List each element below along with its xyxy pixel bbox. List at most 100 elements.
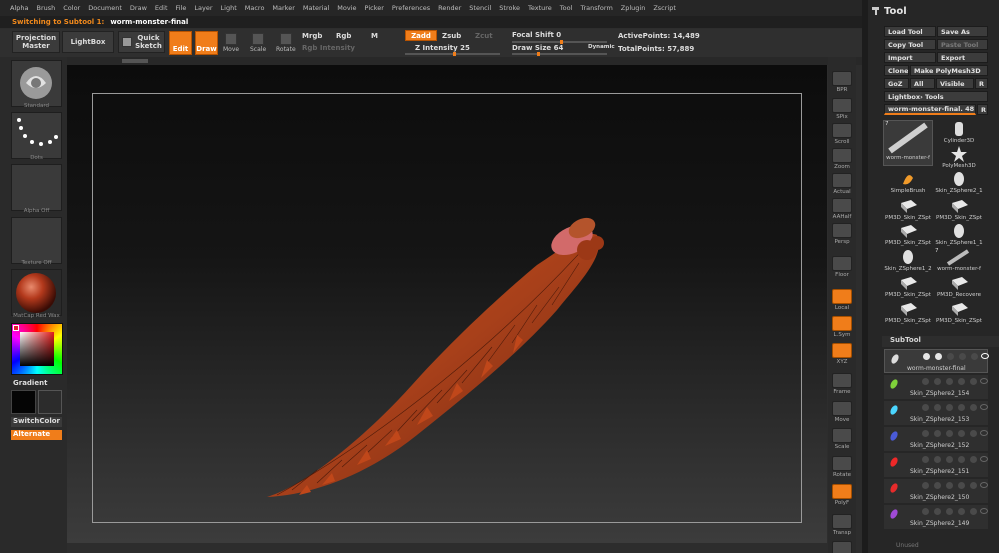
menu-texture[interactable]: Texture: [528, 4, 552, 12]
menu-alpha[interactable]: Alpha: [10, 4, 28, 12]
alternate-button[interactable]: Alternate: [11, 430, 62, 440]
visibility-eye-icon[interactable]: [980, 378, 988, 384]
subtool-header[interactable]: SubTool: [882, 336, 999, 347]
visibility-eye-icon[interactable]: [981, 353, 989, 359]
lightbox-tools-button[interactable]: Lightbox› Tools: [884, 91, 988, 102]
import-button[interactable]: Import: [884, 52, 936, 63]
subtool-toggle[interactable]: [935, 353, 942, 360]
copy-tool-button[interactable]: Copy Tool: [884, 39, 936, 50]
menu-color[interactable]: Color: [63, 4, 80, 12]
subtool-row[interactable]: Skin_ZSphere2_154: [884, 375, 988, 399]
z-intensity-slider[interactable]: Z Intensity 25: [415, 44, 470, 52]
material-button[interactable]: [11, 269, 62, 316]
z-intensity-handle[interactable]: [453, 52, 456, 56]
subtool-toggle[interactable]: [958, 482, 965, 489]
subtool-row[interactable]: Skin_ZSphere2_152: [884, 427, 988, 451]
subtool-toggle[interactable]: [946, 508, 953, 515]
subtool-toggle[interactable]: [922, 404, 929, 411]
main-color-swatch[interactable]: [11, 390, 36, 414]
load-tool-button[interactable]: Load Tool: [884, 26, 936, 37]
tool-thumbnail[interactable]: Skin_ZSphere1_2: [883, 248, 933, 272]
divider-thumb[interactable]: [122, 59, 148, 63]
tool-thumbnail[interactable]: Cylinder3D: [934, 120, 984, 144]
mrgb-button[interactable]: Mrgb: [302, 32, 322, 40]
menu-material[interactable]: Material: [303, 4, 329, 12]
draw-size-track[interactable]: [512, 52, 607, 56]
subtool-toggle[interactable]: [958, 508, 965, 515]
lightbox-button[interactable]: LightBox: [62, 31, 114, 53]
subtool-toggle[interactable]: [971, 353, 978, 360]
texture-button[interactable]: [11, 217, 62, 264]
menu-tool[interactable]: Tool: [560, 4, 573, 12]
menu-zscript[interactable]: Zscript: [653, 4, 676, 12]
focal-shift-slider[interactable]: Focal Shift 0: [512, 31, 561, 39]
menu-render[interactable]: Render: [438, 4, 461, 12]
subtool-row[interactable]: Skin_ZSphere2_150: [884, 479, 988, 503]
gradient-label[interactable]: Gradient: [13, 379, 47, 387]
subtool-toggle[interactable]: [970, 508, 977, 515]
menu-transform[interactable]: Transform: [580, 4, 612, 12]
subtool-toggle[interactable]: [970, 482, 977, 489]
visibility-eye-icon[interactable]: [980, 482, 988, 488]
color-picker[interactable]: [11, 323, 63, 375]
persp-button[interactable]: Persp: [830, 223, 854, 245]
subtool-toggle[interactable]: [934, 404, 941, 411]
subtool-row[interactable]: Skin_ZSphere2_149: [884, 505, 988, 529]
menu-preferences[interactable]: Preferences: [392, 4, 430, 12]
tool-thumbnail[interactable]: Skin_ZSphere1_1: [934, 222, 984, 246]
menu-draw[interactable]: Draw: [130, 4, 147, 12]
subtool-toggle[interactable]: [934, 482, 941, 489]
tool-thumbnail[interactable]: PM3D_Skin_ZSpt: [934, 300, 984, 324]
scale-button[interactable]: Scale: [250, 33, 266, 53]
subtool-row[interactable]: Skin_ZSphere2_153: [884, 401, 988, 425]
focal-shift-track[interactable]: [512, 40, 607, 44]
tool-thumbnail[interactable]: 7 worm-monster-f: [883, 120, 933, 166]
paste-tool-button[interactable]: Paste Tool: [937, 39, 988, 50]
menu-layer[interactable]: Layer: [194, 4, 212, 12]
tool-thumbnail[interactable]: PM3D_Skin_ZSpt: [883, 197, 933, 221]
canvas-viewport[interactable]: [67, 65, 827, 543]
tool-thumbnail[interactable]: SimpleBrush: [883, 170, 933, 194]
visibility-eye-icon[interactable]: [980, 508, 988, 514]
tool-thumbnail[interactable]: PM3D_Skin_ZSpt: [883, 222, 933, 246]
spix-button[interactable]: SPix: [830, 98, 854, 120]
tool-thumbnail[interactable]: PM3D_Recovere: [934, 274, 984, 298]
visibility-eye-icon[interactable]: [980, 456, 988, 462]
subtool-toggle[interactable]: [946, 456, 953, 463]
menu-stencil[interactable]: Stencil: [469, 4, 491, 12]
worm-monster-model[interactable]: [67, 65, 827, 543]
color-picker-square[interactable]: [20, 332, 54, 366]
menu-stroke[interactable]: Stroke: [499, 4, 520, 12]
goz-r-button[interactable]: R: [975, 78, 988, 89]
zadd-button[interactable]: Zadd: [405, 30, 437, 41]
subtool-toggle[interactable]: [934, 456, 941, 463]
projection-master-button[interactable]: Projection Master: [12, 31, 60, 53]
subtool-toggle[interactable]: [970, 378, 977, 385]
subtool-toggle[interactable]: [958, 430, 965, 437]
subtool-toggle[interactable]: [922, 508, 929, 515]
menu-brush[interactable]: Brush: [36, 4, 55, 12]
draw-size-handle[interactable]: [537, 52, 540, 56]
draw-button[interactable]: Draw: [195, 31, 218, 55]
menu-document[interactable]: Document: [88, 4, 122, 12]
subtool-toggle[interactable]: [922, 430, 929, 437]
clone-button[interactable]: Clone: [884, 65, 909, 76]
save-as-button[interactable]: Save As: [937, 26, 988, 37]
scale-button[interactable]: Scale: [830, 428, 854, 450]
dynamic-button[interactable]: Dynamic: [588, 44, 615, 50]
l-sym-button[interactable]: L.Sym: [830, 316, 854, 338]
subtool-toggle[interactable]: [934, 430, 941, 437]
subtool-toggle[interactable]: [958, 378, 965, 385]
move-button[interactable]: Move: [830, 401, 854, 423]
subtool-toggle[interactable]: [946, 482, 953, 489]
rgb-intensity-slider[interactable]: Rgb Intensity: [302, 44, 355, 52]
rotate-button[interactable]: Rotate: [276, 33, 296, 53]
xyz-button[interactable]: XYZ: [830, 343, 854, 365]
visibility-eye-icon[interactable]: [980, 404, 988, 410]
menu-movie[interactable]: Movie: [337, 4, 356, 12]
local-button[interactable]: Local: [830, 289, 854, 311]
subtool-toggle[interactable]: [958, 456, 965, 463]
zsub-button[interactable]: Zsub: [442, 32, 461, 40]
bpr-button[interactable]: BPR: [830, 71, 854, 93]
aahalf-button[interactable]: AAHalf: [830, 198, 854, 220]
